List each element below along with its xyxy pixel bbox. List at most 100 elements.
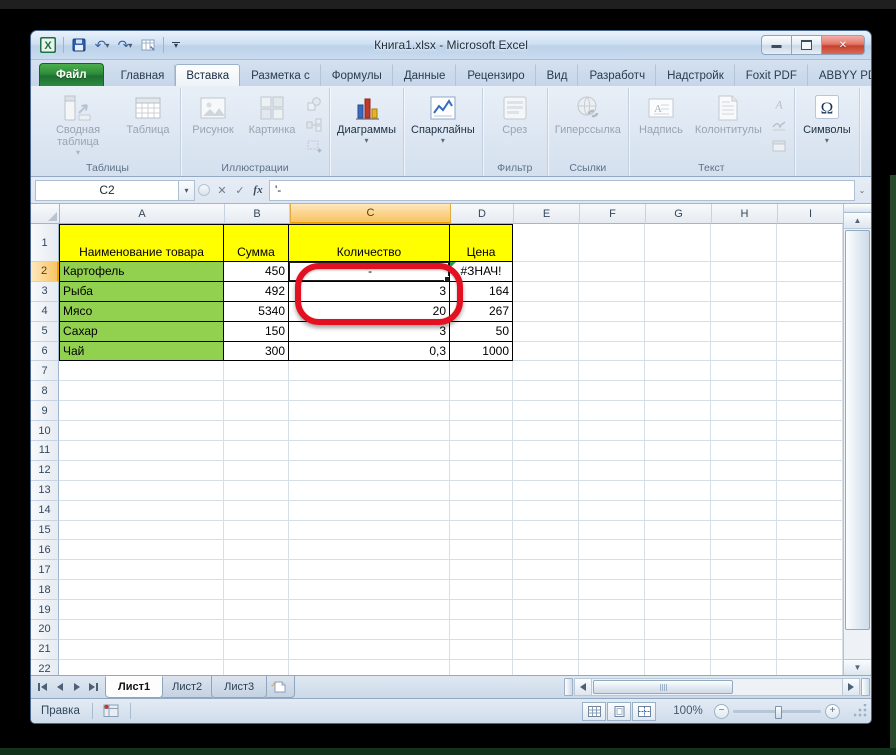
sheet-tab-3[interactable]: Лист3 [211,676,268,698]
cell-I3[interactable] [777,281,843,302]
cell-H5[interactable] [711,321,777,342]
cell-G16[interactable] [645,540,711,561]
cell-G3[interactable] [645,281,711,302]
macro-record-icon[interactable] [93,704,130,718]
cell-F1[interactable] [579,224,645,262]
cell-B16[interactable] [224,540,289,561]
cell-B2[interactable]: 450 [224,262,289,282]
cell-C5[interactable]: 3 [289,321,450,342]
cell-A10[interactable] [59,421,224,442]
row-header-10[interactable]: 10 [31,421,59,442]
picture-button[interactable]: Рисунок [184,89,242,161]
cell-D19[interactable] [450,600,513,621]
resize-grip[interactable] [854,704,868,718]
table-button[interactable]: Таблица [119,89,177,161]
cell-E4[interactable] [513,301,579,322]
row-header-14[interactable]: 14 [31,500,59,521]
header-footer-button[interactable]: Колонтитулы [691,89,766,161]
cell-F6[interactable] [579,341,645,362]
cell-A8[interactable] [59,381,224,402]
cell-H19[interactable] [711,600,777,621]
cell-I16[interactable] [777,540,843,561]
cell-D13[interactable] [450,480,513,501]
cell-H1[interactable] [711,224,777,262]
cell-B18[interactable] [224,580,289,601]
cell-G10[interactable] [645,421,711,442]
cell-C12[interactable] [289,460,450,481]
row-header-16[interactable]: 16 [31,540,59,561]
cell-I18[interactable] [777,580,843,601]
cell-G17[interactable] [645,560,711,581]
row-header-9[interactable]: 9 [31,401,59,422]
row-header-18[interactable]: 18 [31,580,59,601]
column-header-B[interactable]: B [225,204,290,224]
cell-B15[interactable] [224,520,289,541]
cell-A20[interactable] [59,620,224,640]
cell-I15[interactable] [777,520,843,541]
row-header-7[interactable]: 7 [31,361,59,382]
column-header-H[interactable]: H [712,204,778,224]
cell-E22[interactable] [513,659,579,675]
insert-function-icon[interactable]: fx [249,181,267,200]
cell-I9[interactable] [777,401,843,422]
cell-F8[interactable] [579,381,645,402]
symbols-button[interactable]: Ω Символы ▾ [798,89,856,176]
row-header-22[interactable]: 22 [31,659,59,675]
cell-D8[interactable] [450,381,513,402]
horizontal-scrollbar[interactable] [574,676,860,698]
insert-sheet-tab[interactable] [263,676,296,698]
smartart-icon[interactable] [304,116,324,134]
row-header-19[interactable]: 19 [31,600,59,621]
cell-A5[interactable]: Сахар [59,321,224,342]
zoom-track[interactable] [733,705,821,719]
cell-D2[interactable]: #ЗНАЧ! [450,262,513,282]
cell-C13[interactable] [289,480,450,501]
row-header-3[interactable]: 3 [31,281,59,302]
row-header-1[interactable]: 1 [31,224,59,262]
row-header-2[interactable]: 2 [31,262,59,282]
zoom-level[interactable]: 100% [666,705,710,717]
cell-F2[interactable] [579,262,645,282]
horizontal-split-handle[interactable] [861,678,870,696]
cell-I1[interactable] [777,224,843,262]
cell-F9[interactable] [579,401,645,422]
cell-G14[interactable] [645,500,711,521]
cell-E10[interactable] [513,421,579,442]
cell-G18[interactable] [645,580,711,601]
cell-C2[interactable]: '- [289,262,450,282]
cell-I8[interactable] [777,381,843,402]
select-all-corner[interactable] [31,204,60,224]
first-sheet-icon[interactable] [35,680,50,695]
cell-E9[interactable] [513,401,579,422]
cell-D20[interactable] [450,620,513,640]
zoom-out-icon[interactable]: − [714,703,729,719]
cell-I22[interactable] [777,659,843,675]
cell-A11[interactable] [59,441,224,461]
sheet-tab-2[interactable]: Лист2 [159,676,216,698]
scroll-down-icon[interactable]: ▼ [844,659,871,675]
cell-G21[interactable] [645,639,711,660]
cell-F3[interactable] [579,281,645,302]
cell-E13[interactable] [513,480,579,501]
cell-A4[interactable]: Мясо [59,301,224,322]
cell-H16[interactable] [711,540,777,561]
row-header-6[interactable]: 6 [31,341,59,362]
cell-E6[interactable] [513,341,579,362]
cell-B20[interactable] [224,620,289,640]
object-icon[interactable] [769,137,789,155]
cell-F12[interactable] [579,460,645,481]
cell-B8[interactable] [224,381,289,402]
cell-H18[interactable] [711,580,777,601]
wordart-icon[interactable]: A [769,95,789,113]
cell-E20[interactable] [513,620,579,640]
page-break-view-icon[interactable] [632,701,656,721]
cell-F17[interactable] [579,560,645,581]
cell-D14[interactable] [450,500,513,521]
cell-D4[interactable]: 267 [450,301,513,322]
cell-G2[interactable] [645,262,711,282]
tab-5[interactable]: Рецензиро [456,64,536,86]
tab-splitter[interactable] [564,678,573,696]
cell-E16[interactable] [513,540,579,561]
cell-A19[interactable] [59,600,224,621]
cell-H11[interactable] [711,441,777,461]
